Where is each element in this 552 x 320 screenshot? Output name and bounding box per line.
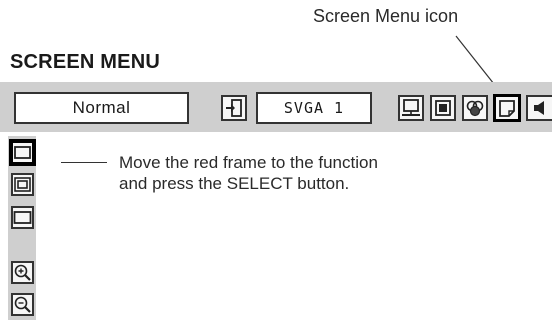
instruction-text: Move the red frame to the function and p…: [119, 152, 378, 194]
instruction-line-2: and press the SELECT button.: [119, 174, 350, 193]
true-mode-icon[interactable]: [11, 173, 34, 196]
zoom-in-icon[interactable]: [11, 261, 34, 284]
instruction-line-1: Move the red frame to the function: [119, 153, 378, 172]
image-icon[interactable]: [462, 95, 488, 121]
screen-mode-display: Normal: [14, 92, 189, 124]
screen-menu-icon[interactable]: [494, 95, 520, 121]
zoom-out-icon[interactable]: [11, 293, 34, 316]
page-title: SCREEN MENU: [10, 51, 160, 73]
normal-screen-icon[interactable]: [398, 95, 424, 121]
wide-mode-icon[interactable]: [11, 206, 34, 229]
instruction-leader-line: [61, 162, 107, 163]
normal-mode-icon[interactable]: [11, 141, 34, 164]
sound-icon[interactable]: [526, 95, 552, 121]
true-screen-icon[interactable]: [430, 95, 456, 121]
input-source-display: SVGA 1: [256, 92, 372, 124]
input-icon[interactable]: [221, 95, 247, 121]
